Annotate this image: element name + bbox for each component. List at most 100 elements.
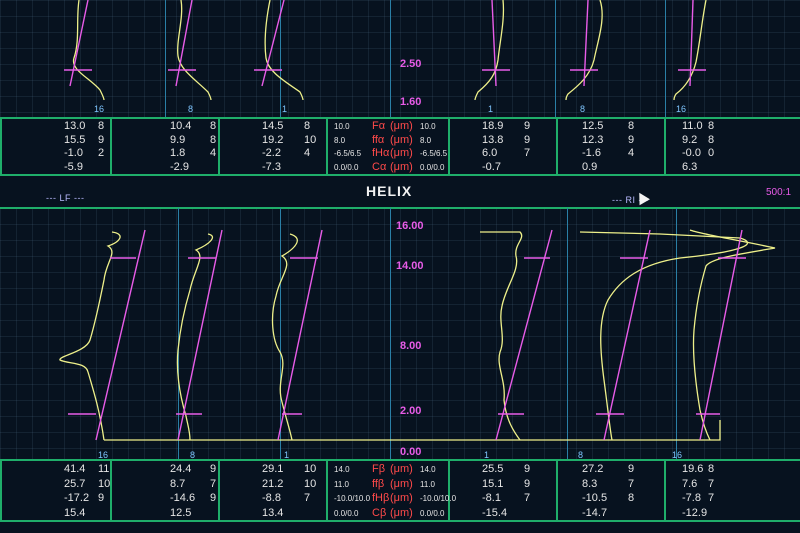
profile-row-2-l2n: 4 <box>210 147 217 159</box>
helix-trace-ri-1 <box>480 231 523 441</box>
profile-row-1-l2: 9.9 <box>170 133 186 146</box>
profile-row-2-r1n: 7 <box>524 147 531 159</box>
helix-row-1-r2: 8.3 <box>582 477 598 490</box>
profile-row-0-l3: 14.5 <box>262 120 284 132</box>
profile-row-0-l2: 10.4 <box>170 120 192 132</box>
helix-row-1-l3n: 10 <box>304 477 317 490</box>
helix-row-2-l3n: 7 <box>304 492 311 504</box>
profile-row-0-r2: 12.5 <box>582 120 604 132</box>
helix-row-0-r2: 27.2 <box>582 463 604 475</box>
magnification-ratio: 500:1 <box>766 187 792 198</box>
helix-left-flank-label: --- LF --- <box>46 193 85 203</box>
profile-tooth-marker: 8 <box>188 104 194 114</box>
helix-row-3-r3: -12.9 <box>682 506 708 519</box>
profile-tooth-marker: 1 <box>488 104 494 114</box>
profile-row-1-l3n: 10 <box>304 133 317 146</box>
helix-row-0-r2n: 9 <box>628 463 635 475</box>
profile-row-2-r2: -1.6 <box>582 147 601 159</box>
helix-row-0-unit: (μm) <box>390 463 413 475</box>
profile-row-2-l3: -2.2 <box>262 147 281 159</box>
profile-row-0-r1: 18.9 <box>482 120 504 132</box>
helix-tooth-marker: 16 <box>98 450 109 460</box>
helix-row-1-lt: 11.0 <box>334 479 349 489</box>
helix-row-0-r1: 25.5 <box>482 463 504 475</box>
helix-row-2-unit: (μm) <box>390 492 413 504</box>
profile-row-1-l3: 19.2 <box>262 133 284 146</box>
profile-row-0-l1: 13.0 <box>64 120 86 132</box>
profile-row-2-unit: (μm) <box>390 147 413 159</box>
profile-row-2-l1: -1.0 <box>64 147 83 159</box>
profile-row-3-r2: 0.9 <box>582 160 598 173</box>
helix-row-1-r3: 7.6 <box>682 477 698 490</box>
profile-row-1-l2n: 8 <box>210 133 217 146</box>
helix-scale-label: 16.00 <box>396 220 424 232</box>
helix-row-2-r1: -8.1 <box>482 492 501 504</box>
helix-row-0-l3n: 10 <box>304 463 317 475</box>
profile-row-1-r2: 12.3 <box>582 133 604 146</box>
profile-tooth-marker: 8 <box>580 104 586 114</box>
profile-row-2-r2n: 4 <box>628 147 635 159</box>
helix-row-2-l1: -17.2 <box>64 492 90 504</box>
profile-ref-ri-8 <box>583 0 589 87</box>
profile-row-1-r1: 13.8 <box>482 133 504 146</box>
helix-ref-lf-16 <box>95 229 146 441</box>
profile-row-0-r3: 11.0 <box>682 120 703 132</box>
profile-tooth-marker: 16 <box>676 104 687 114</box>
helix-row-3-lt: 0.0/0.0 <box>334 508 359 518</box>
profile-row-0-l2n: 8 <box>210 120 217 132</box>
helix-row-3-unit: (μm) <box>390 506 413 519</box>
helix-row-2-sym: fHβ <box>372 492 390 504</box>
profile-row-0-r2n: 8 <box>628 120 635 132</box>
helix-tooth-marker: 1 <box>284 450 290 460</box>
helix-ref-ri-1 <box>495 229 553 441</box>
helix-tooth-marker: 8 <box>578 450 584 460</box>
helix-row-3-l1: 15.4 <box>64 506 86 519</box>
helix-row-1-r1: 15.1 <box>482 477 504 490</box>
helix-row-0-l2n: 9 <box>210 463 217 475</box>
helix-row-0-r3: 19.6 <box>682 463 704 475</box>
helix-trace-ri-16 <box>689 229 776 441</box>
helix-row-0-l1: 41.4 <box>64 463 86 475</box>
profile-row-0-l3n: 8 <box>304 120 311 132</box>
helix-row-3-rt: 0.0/0.0 <box>420 508 445 518</box>
profile-row-0-lt: 10.0 <box>334 122 350 131</box>
profile-row-2-rt: -6.5/6.5 <box>420 149 448 158</box>
profile-row-1-r3: 9.2 <box>682 133 698 146</box>
profile-scale-lower: 1.60 <box>400 96 422 108</box>
profile-row-3-r3: 6.3 <box>682 160 698 173</box>
helix-scale-label: 2.00 <box>400 405 422 417</box>
helix-row-1-r3n: 7 <box>708 477 715 490</box>
measurement-screen: 2.50 1.60 16 8 1 1 8 16 13.0 8 10.4 8 14.5 8 1… <box>0 0 800 533</box>
helix-row-0-sym: Fβ <box>372 463 386 475</box>
profile-row-3-l1: -5.9 <box>64 160 83 173</box>
helix-tooth-marker: 16 <box>672 450 683 460</box>
profile-tooth-marker: 1 <box>282 104 288 114</box>
profile-row-1-l1: 15.5 <box>64 133 86 146</box>
profile-row-2-r3n: 0 <box>708 147 715 159</box>
profile-row-1-lt: 8.0 <box>334 135 346 145</box>
helix-baseline <box>104 420 721 441</box>
helix-row-3-r2: -14.7 <box>582 506 608 519</box>
helix-ref-lf-8 <box>177 229 223 441</box>
profile-row-2-l2: 1.8 <box>170 147 186 159</box>
helix-trace-lf-8 <box>176 233 213 441</box>
profile-scale-upper: 2.50 <box>400 58 422 70</box>
helix-tooth-marker: 1 <box>484 450 490 460</box>
helix-row-3-sym: Cβ <box>372 506 387 519</box>
helix-row-2-l3: -8.8 <box>262 492 281 504</box>
helix-row-1-sym: ffβ <box>372 477 385 490</box>
profile-row-1-r1n: 9 <box>524 133 531 146</box>
helix-row-1-unit: (μm) <box>390 477 413 490</box>
profile-tooth-marker: 16 <box>94 104 105 114</box>
profile-row-1-sym: ffα <box>372 133 385 146</box>
helix-ref-lf-1 <box>277 229 323 441</box>
profile-row-3-rt: 0.0/0.0 <box>420 162 445 172</box>
profile-row-2-l1n: 2 <box>98 147 105 159</box>
profile-row-1-r2n: 9 <box>628 133 635 146</box>
helix-row-1-r1n: 9 <box>524 477 531 490</box>
profile-row-1-l1n: 9 <box>98 133 105 146</box>
helix-row-1-l1: 25.7 <box>64 477 86 490</box>
helix-row-3-l2: 12.5 <box>170 506 192 519</box>
helix-ref-ri-8 <box>603 229 651 441</box>
profile-row-3-sym: Cα <box>372 160 387 173</box>
